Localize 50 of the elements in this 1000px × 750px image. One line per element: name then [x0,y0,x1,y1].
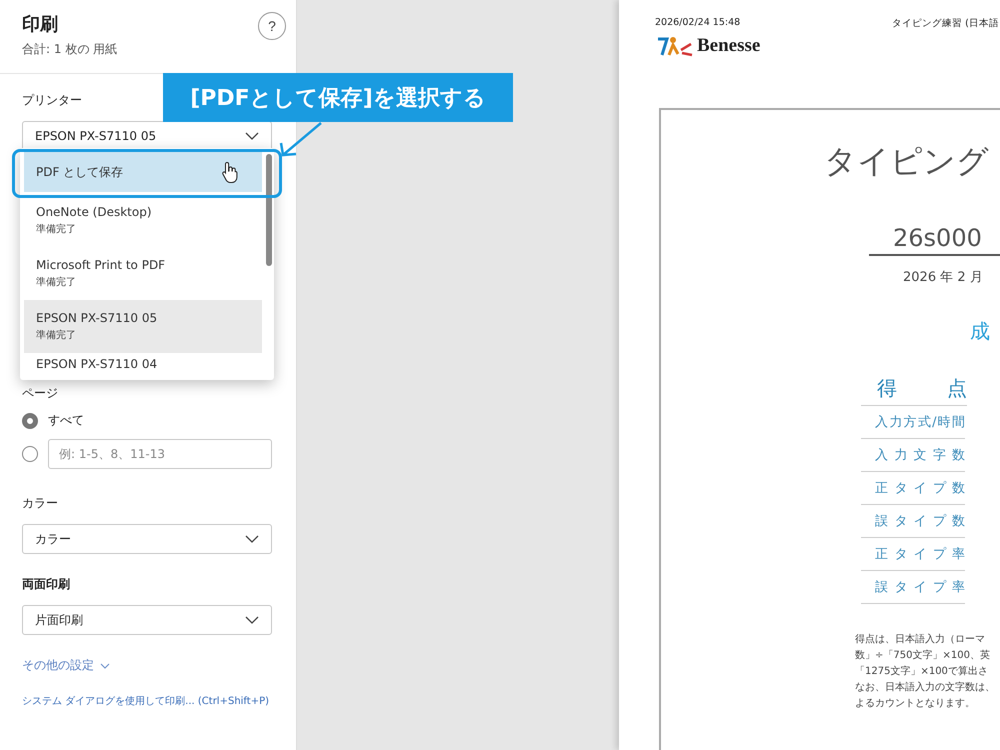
note-text: よるカウントとなります。 [855,697,976,711]
hand-cursor-icon [222,161,238,183]
section-label: ページ [22,385,58,402]
printer-option[interactable]: EPSON PX-S7110 05 準備完了 [24,300,262,353]
chevron-down-icon [100,662,110,668]
sheet-count: 合計: 1 枚の 用紙 [22,41,118,58]
printer-option[interactable]: EPSON PX-S7110 04 [24,353,262,375]
help-button[interactable]: ? [258,12,286,40]
student-name: 26s000 [869,224,1000,256]
note-text: 得点は、日本語入力（ローマ [855,632,986,647]
section-heading: 成 [970,318,991,345]
table-cell: 誤タイプ数 [861,505,965,538]
page-range-field[interactable]: 例: 1-5、8、11-13 [48,439,272,469]
printer-status: 準備完了 [36,276,77,289]
callout-label: [PDFとして保存]を選択する [163,73,513,122]
benesse-logo: Benesse [655,34,760,58]
table-cell: 正タイプ率 [861,538,965,571]
panel-title: 印刷 [22,13,59,36]
table-cell: 入力文字数 [861,439,965,472]
system-dialog-link[interactable]: システム ダイアログを使用して印刷... (Ctrl+Shift+P) [22,694,272,708]
note-text: 数」÷「750文字」×100、英 [855,648,991,663]
radio-button[interactable] [22,446,38,462]
printer-status: 準備完了 [36,328,77,342]
printer-option[interactable]: OneNote (Desktop) 準備完了 [24,194,262,247]
note-text: 「1275文字」×100で算出さ [855,664,989,679]
printer-option[interactable]: PDF として保存 [24,152,262,192]
color-select[interactable]: カラー [22,524,272,554]
table-cell: 入力方式/時間 [861,406,965,439]
page-header-title: タイピング練習 (日本語 [892,17,999,30]
report-heading: タイピング [824,141,990,182]
print-date: 2026/02/24 15:48 [655,17,740,30]
report-date: 2026 年 2 月 [903,269,984,286]
printer-status: 準備完了 [36,222,77,236]
note-text: なお、日本語入力の文字数は、 [855,680,996,695]
table-header: 得点 [861,375,967,406]
section-label: 両面印刷 [22,576,70,593]
table-cell: 誤タイプ率 [861,571,965,604]
radio-label: すべて [48,412,84,429]
section-label: カラー [22,495,58,512]
table-cell: 正タイプ数 [861,472,965,505]
more-settings-link[interactable]: その他の設定 [22,657,110,674]
chevron-down-icon [245,132,259,140]
radio-button[interactable] [22,412,38,428]
printer-option[interactable]: Microsoft Print to PDF 準備完了 [24,247,262,300]
duplex-select[interactable]: 片面印刷 [22,605,272,635]
chevron-down-icon [245,535,259,543]
chevron-down-icon [245,616,259,624]
scrollbar[interactable] [266,154,272,266]
section-label: プリンター [22,92,82,109]
figures-icon [655,34,695,58]
